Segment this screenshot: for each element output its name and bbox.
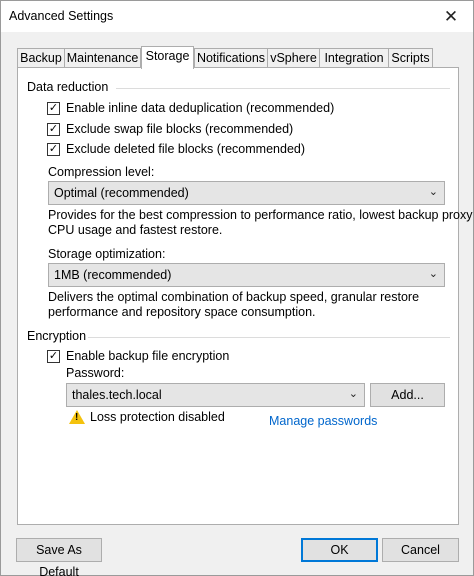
storage-tab-panel: Data reduction ✓ Enable inline data dedu…	[17, 67, 473, 525]
compression-level-select[interactable]: Optimal (recommended) ⌄	[48, 181, 445, 205]
deleted-blocks-label: Exclude deleted file blocks (recommended…	[66, 142, 306, 156]
cancel-button[interactable]: Cancel	[382, 538, 459, 562]
storage-optimization-select[interactable]: 1MB (recommended) ⌄	[48, 263, 445, 287]
compression-level-label: Compression level:	[48, 165, 155, 179]
swap-label: Exclude swap file blocks (recommended)	[66, 122, 294, 136]
check-icon: ✓	[48, 102, 59, 114]
compression-description-line2: CPU usage and fastest restore.	[48, 223, 223, 237]
group-divider	[116, 88, 450, 89]
title-bar: Advanced Settings ✕	[1, 1, 473, 32]
tab-label: Integration	[324, 51, 384, 65]
tab-vsphere[interactable]: vSphere	[267, 48, 320, 68]
encryption-enable-label: Enable backup file encryption	[66, 349, 230, 363]
password-label: Password:	[66, 366, 125, 380]
password-value: thales.tech.local	[72, 388, 162, 402]
tab-label: Backup	[20, 51, 62, 65]
tab-storage[interactable]: Storage	[141, 46, 194, 69]
tab-label: Notifications	[196, 51, 266, 65]
compression-description-line1: Provides for the best compression to per…	[48, 208, 473, 222]
save-as-default-label: Save As Default	[36, 543, 82, 576]
ok-button[interactable]: OK	[301, 538, 378, 562]
dedup-label: Enable inline data deduplication (recomm…	[66, 101, 335, 115]
group-divider	[88, 337, 450, 338]
manage-passwords-link[interactable]: Manage passwords	[269, 414, 377, 428]
chevron-down-icon: ⌄	[348, 388, 358, 400]
close-icon[interactable]: ✕	[429, 1, 473, 32]
data-reduction-group-label: Data reduction	[27, 80, 109, 94]
check-icon: ✓	[48, 350, 59, 362]
check-icon: ✓	[48, 143, 59, 155]
tab-maintenance[interactable]: Maintenance	[64, 48, 141, 68]
chevron-down-icon: ⌄	[428, 268, 438, 280]
tab-scripts[interactable]: Scripts	[388, 48, 433, 68]
compression-level-value: Optimal (recommended)	[54, 186, 189, 200]
dialog-title: Advanced Settings	[9, 9, 114, 23]
chevron-down-icon: ⌄	[428, 186, 438, 198]
tab-notifications[interactable]: Notifications	[194, 48, 268, 68]
ok-label: OK	[330, 543, 349, 557]
storage-optimization-description-line1: Delivers the optimal combination of back…	[48, 290, 420, 304]
storage-optimization-description-line2: performance and repository space consump…	[48, 305, 316, 319]
advanced-settings-dialog: Advanced Settings ✕ Backup Maintenance S…	[0, 0, 474, 576]
tab-backup[interactable]: Backup	[17, 48, 65, 68]
tab-label: Storage	[145, 49, 190, 63]
deleted-blocks-checkbox[interactable]: ✓	[47, 143, 60, 156]
add-password-button[interactable]: Add...	[370, 383, 445, 407]
tab-label: Scripts	[391, 51, 430, 65]
add-button-label: Add...	[391, 388, 424, 402]
password-select[interactable]: thales.tech.local ⌄	[66, 383, 365, 407]
tab-integration[interactable]: Integration	[319, 48, 389, 68]
warning-icon-mark: !	[75, 412, 79, 423]
cancel-label: Cancel	[401, 543, 440, 557]
storage-optimization-label: Storage optimization:	[48, 247, 166, 261]
tab-label: vSphere	[270, 51, 317, 65]
save-as-default-button[interactable]: Save As Default	[16, 538, 102, 576]
swap-checkbox[interactable]: ✓	[47, 123, 60, 136]
storage-optimization-value: 1MB (recommended)	[54, 268, 172, 282]
tab-label: Maintenance	[66, 51, 139, 65]
encryption-group-label: Encryption	[27, 329, 87, 343]
check-icon: ✓	[48, 123, 59, 135]
encryption-checkbox[interactable]: ✓	[47, 350, 60, 363]
dedup-checkbox[interactable]: ✓	[47, 102, 60, 115]
loss-protection-warning: Loss protection disabled	[90, 410, 225, 424]
